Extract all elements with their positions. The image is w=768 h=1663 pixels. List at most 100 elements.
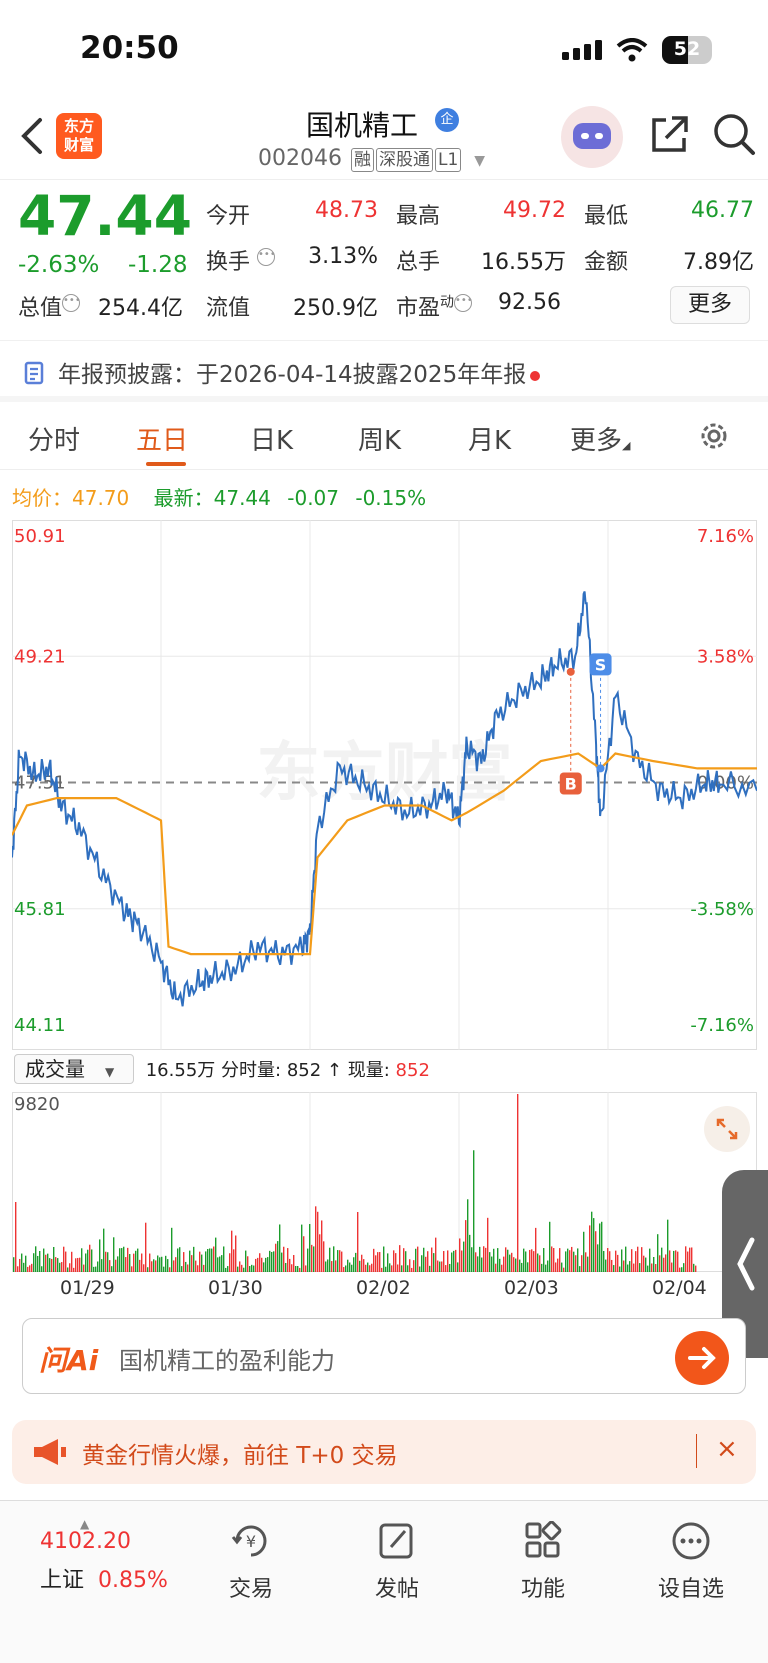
volume-bar: [681, 1267, 683, 1272]
volume-bar: [477, 1256, 479, 1272]
promo-text: 黄金行情火爆，前往 T+0 交易: [82, 1443, 398, 1469]
volume-bar: [505, 1247, 507, 1272]
volume-bar: [533, 1251, 535, 1272]
volume-bar: [511, 1252, 513, 1272]
tab-intraday[interactable]: 分时: [28, 420, 80, 457]
volume-bar: [679, 1267, 681, 1272]
close-icon[interactable]: ×: [716, 1434, 738, 1464]
last-label: 最新：: [153, 486, 214, 510]
volume-bar: [541, 1263, 543, 1272]
volume-bar: [89, 1244, 91, 1272]
volume-bar: [219, 1256, 221, 1272]
y-right-tick: -7.16%: [690, 1015, 754, 1036]
index-ticker[interactable]: ▲ 4102.20 上证 0.85%: [40, 1517, 168, 1594]
volume-bar: [537, 1253, 539, 1272]
volume-bar: [215, 1237, 217, 1272]
gear-icon[interactable]: [696, 418, 732, 454]
volume-bar: [199, 1251, 201, 1272]
volume-bar: [179, 1247, 181, 1272]
volume-bar: [473, 1150, 475, 1272]
volume-bar: [549, 1221, 551, 1272]
nav-post[interactable]: 发帖: [352, 1521, 442, 1603]
volume-bar: [651, 1263, 653, 1272]
volume-bar: [449, 1263, 451, 1272]
promo-banner[interactable]: 黄金行情火爆，前往 T+0 交易 ×: [12, 1420, 756, 1484]
eastmoney-logo[interactable]: 东方 财富: [56, 113, 102, 159]
volume-bar: [407, 1265, 409, 1272]
volume-bar: [341, 1251, 343, 1272]
volume-chart: 9820: [12, 1092, 757, 1272]
tick-volume: 852: [286, 1060, 322, 1081]
tab-weekly-k[interactable]: 周K: [358, 420, 401, 457]
volume-info: 16.55万 分时量: 852 ↑ 现量: 852: [146, 1056, 430, 1082]
quote-panel: 47.44 -2.63% -1.28 今开 48.73 最高 49.72 最低 …: [0, 180, 768, 340]
volume-bar: [565, 1251, 567, 1272]
search-icon[interactable]: [712, 112, 756, 156]
stock-header: 东方 财富 国机精工 企 002046 融深股通 L1 ▼: [0, 96, 768, 180]
ai-robot-avatar[interactable]: [561, 106, 623, 168]
volume-bar: [461, 1250, 463, 1272]
ask-ai-bar[interactable]: 问Ai 国机精工的盈利能力: [22, 1318, 746, 1394]
volume-bar: [559, 1248, 561, 1272]
volume-bar: [183, 1252, 185, 1272]
volume-bar: [499, 1258, 501, 1272]
volume-bar: [135, 1250, 137, 1272]
volume-bar: [343, 1267, 345, 1272]
volume-bar: [255, 1258, 257, 1272]
volume-bar: [331, 1261, 333, 1272]
volume-bar: [483, 1246, 485, 1272]
volume-bar: [503, 1256, 505, 1272]
tab-five-day[interactable]: 五日: [136, 420, 188, 457]
volume-bar: [571, 1246, 573, 1272]
volume-bar: [87, 1249, 89, 1272]
volume-bar: [507, 1249, 509, 1272]
volume-bar: [127, 1247, 129, 1272]
bottom-navigation: ▲ 4102.20 上证 0.85% ¥ 交易 发帖 功能 设自选: [0, 1500, 768, 1663]
volume-bar: [269, 1250, 271, 1272]
stock-code: 002046: [258, 146, 342, 171]
volume-bar: [605, 1259, 607, 1272]
volume-bar: [427, 1251, 429, 1272]
volume-bar: [309, 1224, 311, 1272]
stock-code-row[interactable]: 002046 融深股通 L1 ▼: [258, 146, 485, 172]
volume-bar: [271, 1251, 273, 1272]
back-arrow-icon[interactable]: [18, 116, 44, 156]
nav-functions[interactable]: 功能: [498, 1520, 588, 1603]
annual-report-notice[interactable]: 年报预披露：于2026-04-14披露2025年年报: [0, 340, 768, 402]
volume-bar: [63, 1246, 65, 1272]
volume-bar: [437, 1260, 439, 1272]
volume-bar: [209, 1248, 211, 1272]
index-name: 上证: [40, 1568, 85, 1593]
volume-bar: [349, 1262, 351, 1272]
status-bar: 20:50 52: [0, 0, 768, 96]
volume-bar: [599, 1223, 601, 1272]
volume-bar: [581, 1255, 583, 1272]
tab-daily-k[interactable]: 日K: [250, 420, 293, 457]
volume-bar: [109, 1260, 111, 1272]
expand-icon[interactable]: [704, 1106, 750, 1152]
volume-bar: [345, 1265, 347, 1272]
volume-bar: [211, 1248, 213, 1272]
share-icon[interactable]: [648, 114, 690, 156]
volume-bar: [61, 1262, 63, 1272]
wifi-icon: [616, 38, 648, 62]
nav-add-watchlist[interactable]: 设自选: [646, 1521, 736, 1603]
ask-go-button[interactable]: [675, 1331, 729, 1385]
volume-bar: [201, 1254, 203, 1272]
volume-bar: [145, 1222, 147, 1272]
nav-trade[interactable]: ¥ 交易: [206, 1521, 296, 1603]
tab-monthly-k[interactable]: 月K: [468, 420, 511, 457]
volume-bar: [439, 1261, 441, 1272]
volume-bar: [535, 1227, 537, 1272]
volume-bar: [385, 1266, 387, 1272]
volume-label: 总手: [396, 250, 441, 275]
volume-bar: [695, 1265, 697, 1272]
volume-bar: [303, 1236, 305, 1272]
five-day-price-chart[interactable]: 东方财富50.9149.2147.5145.8144.117.16%3.58%0…: [12, 520, 757, 1050]
volume-bar: [115, 1259, 117, 1272]
tab-more[interactable]: 更多◢: [570, 420, 630, 457]
volume-bar: [263, 1262, 265, 1272]
volume-selector[interactable]: 成交量 ▼: [14, 1054, 134, 1084]
volume-bar: [435, 1237, 437, 1272]
more-button[interactable]: 更多: [670, 286, 750, 324]
